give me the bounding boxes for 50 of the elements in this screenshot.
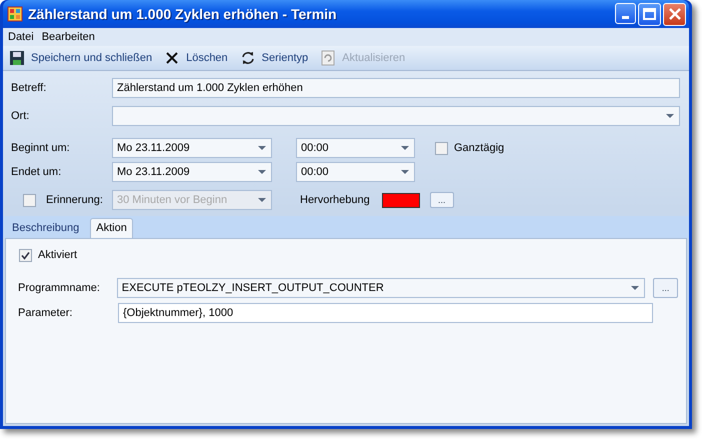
dropdown-arrow-icon [400, 145, 410, 151]
recurrence-icon [240, 50, 256, 66]
minimize-icon [622, 16, 629, 18]
browse-button[interactable]: ... [430, 192, 454, 208]
dropdown-arrow-icon [400, 169, 410, 175]
toolbar-button[interactable]: Löschen [164, 50, 228, 66]
time-picker[interactable]: 00:00 [296, 162, 415, 182]
minimize-button[interactable] [615, 2, 636, 24]
time-picker[interactable]: 00:00 [296, 138, 415, 158]
field-label: Endet um: [11, 166, 62, 178]
checkbox[interactable] [19, 248, 32, 262]
dropdown-arrow-icon [257, 197, 267, 203]
tab[interactable]: Beschreibung [7, 219, 84, 238]
menu-item[interactable]: Datei [8, 31, 34, 43]
field-label: Beginnt um: [11, 142, 71, 154]
maximize-button[interactable] [638, 2, 661, 26]
field-label: Ort: [11, 110, 30, 122]
dropdown-field[interactable] [112, 106, 680, 126]
tab[interactable]: Aktion [90, 218, 133, 238]
checkbox-label: Erinnerung: [46, 194, 103, 206]
dropdown-arrow-icon [665, 113, 675, 119]
color-swatch[interactable] [382, 192, 420, 208]
checkbox-label: Aktiviert [38, 249, 78, 261]
dropdown-arrow-icon [257, 169, 267, 175]
field-label: Programmname: [17, 282, 101, 294]
close-button[interactable] [663, 2, 686, 26]
field-label: Betreff: [11, 82, 48, 94]
date-picker[interactable]: Mo 23.11.2009 [112, 138, 272, 158]
input-field[interactable]: {Objektnummer}, 1000 [118, 303, 653, 323]
refresh-icon [320, 50, 336, 66]
toolbar-button[interactable]: Serientyp [240, 50, 308, 66]
input-field[interactable]: Zählerstand um 1.000 Zyklen erhöhen [112, 78, 680, 98]
dropdown-arrow-icon [257, 145, 267, 151]
checkmark-icon [21, 250, 30, 260]
checkbox-label: Ganztägig [454, 142, 504, 154]
toolbar-button[interactable]: Speichern und schließen [9, 50, 152, 66]
field-label: Parameter: [17, 307, 74, 319]
save-icon [9, 50, 25, 66]
browse-button[interactable]: ... [653, 278, 678, 298]
app-icon [7, 6, 23, 22]
dropdown-field[interactable]: EXECUTE pTEOLZY_INSERT_OUTPUT_COUNTER [116, 278, 646, 298]
field-label: Hervorhebung [300, 194, 370, 206]
delete-icon [164, 50, 180, 66]
maximize-icon [643, 8, 656, 20]
checkbox[interactable] [435, 142, 448, 154]
close-icon [668, 8, 680, 20]
dropdown-arrow-icon [630, 285, 640, 291]
window-title: Zählerstand um 1.000 Zyklen erhöhen - Termin [28, 6, 338, 22]
date-picker[interactable]: Mo 23.11.2009 [112, 162, 272, 182]
menu-item[interactable]: Bearbeiten [42, 31, 95, 43]
